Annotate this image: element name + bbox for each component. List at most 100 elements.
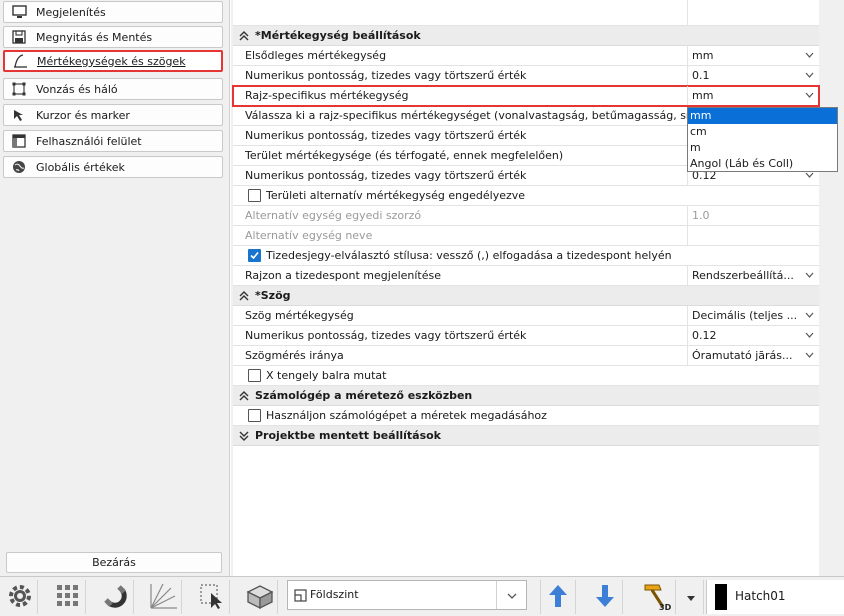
hammer-3d-button[interactable]: 3D xyxy=(634,580,676,614)
collapse-chevron-icon[interactable] xyxy=(238,290,250,302)
collapse-chevron-icon[interactable] xyxy=(238,390,250,402)
alt-name-input[interactable] xyxy=(687,226,819,245)
section-units[interactable]: *Mértékegység beállítások xyxy=(233,26,819,46)
sidebar-item-label: Kurzor és marker xyxy=(36,108,130,122)
section-project-settings[interactable]: Projektbe mentett beállítások xyxy=(233,426,819,446)
close-button[interactable]: Bezárás xyxy=(6,552,222,573)
vertical-scrollbar[interactable] xyxy=(819,0,844,576)
setting-label: Válassza ki a rajz-specifikus mértékegys… xyxy=(245,109,687,122)
chevron-down-icon[interactable] xyxy=(802,307,817,323)
preferences-sidebar: Megjelenítés Megnyitás és Mentés Mértéke… xyxy=(0,0,230,576)
box-3d-icon xyxy=(245,582,275,613)
setting-label: Szögmérés iránya xyxy=(245,349,344,362)
row-angle-unit: Szög mértékegység Decimális (teljes ... xyxy=(233,306,819,326)
select-value: 0.1 xyxy=(692,69,710,82)
floor-plan-icon xyxy=(294,589,307,605)
floor-dropdown-button[interactable] xyxy=(496,581,527,609)
floor-value: Földszint xyxy=(310,588,359,601)
angle-unit-select[interactable]: Decimális (teljes ... xyxy=(687,306,819,325)
grid-button[interactable] xyxy=(50,580,86,614)
sidebar-item-global-values[interactable]: Globális értékek xyxy=(3,156,223,178)
select-value: mm xyxy=(692,49,714,62)
select-value: Óramutató jārás... xyxy=(692,349,793,362)
hammer-options-button[interactable] xyxy=(678,580,704,614)
setting-label: Használjon számológépet a méretek megadá… xyxy=(266,409,547,422)
angle-precision-select[interactable]: 0.12 xyxy=(687,326,819,345)
decimal-separator-checkbox[interactable] xyxy=(248,249,261,262)
sidebar-item-user-interface[interactable]: Felhasználói felület xyxy=(3,130,223,152)
setting-label: Elsődleges mértékegység xyxy=(245,49,387,62)
chevron-down-icon[interactable] xyxy=(802,47,817,63)
setting-label: Szög mértékegység xyxy=(245,309,354,322)
guide-lines-button[interactable] xyxy=(146,580,182,614)
arrow-up-icon xyxy=(547,583,569,612)
floor-selector[interactable]: Földszint xyxy=(287,580,527,610)
globe-icon xyxy=(11,159,27,175)
gear-icon xyxy=(6,582,34,613)
hammer-3d-icon: 3D xyxy=(639,581,671,614)
setting-label: Numerikus pontosság, tizedes vagy törtsz… xyxy=(245,129,527,142)
select-value: Rendszerbeállítá... xyxy=(692,269,794,282)
setting-label: Alternatív egység neve xyxy=(245,229,373,242)
header-row xyxy=(233,0,819,26)
drawing-unit-dropdown[interactable]: mm cm m Angol (Láb és Coll) xyxy=(687,107,838,172)
row-alt-area: Területi alternatív mértékegység engedél… xyxy=(233,186,819,206)
row-primary-precision: Numerikus pontosság, tizedes vagy törtsz… xyxy=(233,66,819,86)
drawing-unit-select[interactable]: mm xyxy=(687,86,819,105)
angle-icon xyxy=(12,53,28,69)
expand-chevron-icon[interactable] xyxy=(238,430,250,442)
sidebar-item-units-angles[interactable]: Mértékegységek és szögek xyxy=(3,50,223,72)
setting-label: Rajzon a tizedespont megjelenítése xyxy=(245,269,442,282)
sidebar-item-label: Megjelenítés xyxy=(36,5,106,19)
alt-area-checkbox[interactable] xyxy=(248,189,261,202)
setting-label: Területi alternatív mértékegység engedél… xyxy=(266,189,526,202)
collapse-chevron-icon[interactable] xyxy=(238,30,250,42)
settings-gear-button[interactable] xyxy=(2,580,38,614)
row-decimal-separator: Tizedesjegy-elválasztó stílusa: vessző (… xyxy=(233,246,819,266)
primary-unit-select[interactable]: mm xyxy=(687,46,819,65)
svg-text:3D: 3D xyxy=(659,603,671,611)
grid-dots-icon xyxy=(55,583,81,612)
alt-factor-input[interactable]: 1.0 xyxy=(687,206,819,225)
select-cursor-button[interactable] xyxy=(194,580,230,614)
sidebar-item-label: Mértékegységek és szögek xyxy=(37,54,186,68)
chevron-down-icon[interactable] xyxy=(802,327,817,343)
primary-precision-select[interactable]: 0.1 xyxy=(687,66,819,85)
sidebar-item-open-save[interactable]: Megnyitás és Mentés xyxy=(3,26,223,48)
sidebar-item-label: Megnyitás és Mentés xyxy=(36,30,153,44)
chevron-down-icon[interactable] xyxy=(802,267,817,283)
use-calculator-checkbox[interactable] xyxy=(248,409,261,422)
row-drawing-unit: Rajz-specifikus mértékegység mm xyxy=(232,85,820,107)
chevron-down-icon[interactable] xyxy=(802,87,817,103)
settings-panel: *Mértékegység beállítások Elsődleges mér… xyxy=(231,0,844,576)
chevron-down-icon[interactable] xyxy=(802,347,817,363)
floor-down-button[interactable] xyxy=(587,580,623,614)
section-title: Számológép a méretező eszközben xyxy=(255,389,473,402)
bottom-toolbar: Földszint 3D Hatch01 xyxy=(0,576,844,616)
section-angle[interactable]: *Szög xyxy=(233,286,819,306)
dropdown-option-mm[interactable]: mm xyxy=(688,108,837,124)
decimal-display-select[interactable]: Rendszerbeállítá... xyxy=(687,266,819,285)
hatch-selector[interactable]: Hatch01 xyxy=(706,580,844,614)
angle-direction-select[interactable]: Óramutató jārás... xyxy=(687,346,819,365)
setting-label: Numerikus pontosság, tizedes vagy törtsz… xyxy=(245,329,527,342)
dropdown-option-cm[interactable]: cm xyxy=(688,124,837,140)
snap-magnet-button[interactable] xyxy=(98,580,134,614)
setting-label: Alternatív egység egyedi szorzó xyxy=(245,209,422,222)
section-calculator[interactable]: Számológép a méretező eszközben xyxy=(233,386,819,406)
section-title: *Mértékegység beállítások xyxy=(255,29,421,42)
dropdown-option-m[interactable]: m xyxy=(688,140,837,156)
chevron-down-icon[interactable] xyxy=(802,67,817,83)
view-3d-box-button[interactable] xyxy=(242,580,278,614)
select-value: 0.12 xyxy=(692,329,717,342)
sidebar-item-snap-grid[interactable]: Vonzás és háló xyxy=(3,78,223,100)
floor-up-button[interactable] xyxy=(540,580,576,614)
dropdown-option-imperial[interactable]: Angol (Láb és Coll) xyxy=(688,156,837,172)
sidebar-item-display[interactable]: Megjelenítés xyxy=(3,1,223,23)
sidebar-item-label: Globális értékek xyxy=(36,160,125,174)
row-alt-name: Alternatív egység neve xyxy=(233,226,819,246)
select-value: mm xyxy=(692,89,714,102)
x-axis-left-checkbox[interactable] xyxy=(248,369,261,382)
setting-label: Rajz-specifikus mértékegység xyxy=(245,89,409,102)
sidebar-item-cursor-marker[interactable]: Kurzor és marker xyxy=(3,104,223,126)
